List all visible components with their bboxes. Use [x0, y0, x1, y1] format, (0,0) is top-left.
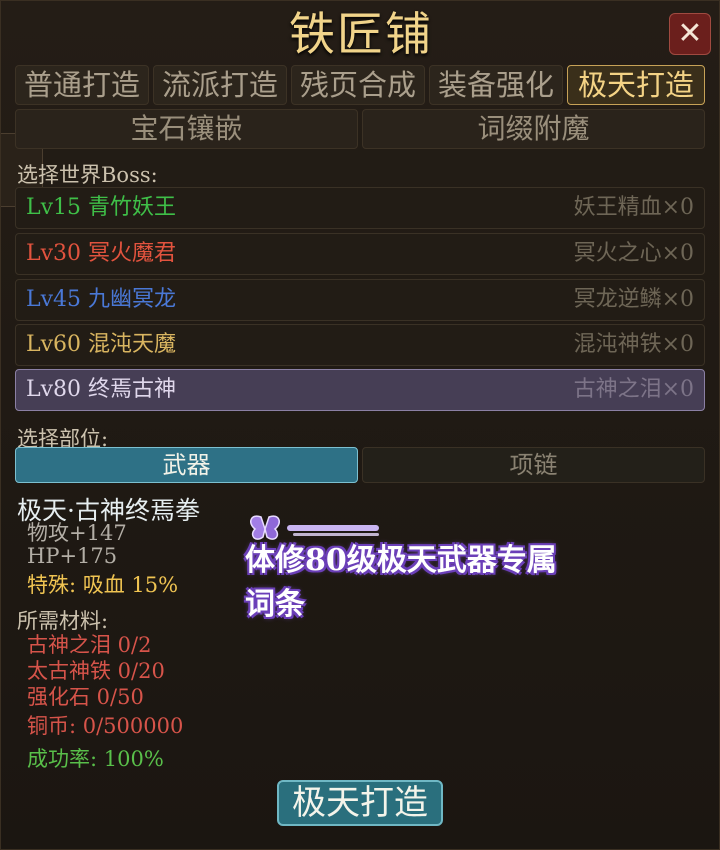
boss-material: 混沌神铁×0 [573, 332, 694, 357]
boss-name: Lv30 冥火魔君 [26, 241, 177, 266]
success-rate: 成功率: 100% [27, 747, 164, 771]
boss-material: 妖王精血×0 [573, 195, 694, 220]
boss-name: Lv45 九幽冥龙 [26, 287, 177, 312]
item-stat-hp: HP+175 [27, 544, 118, 568]
boss-material: 冥火之心×0 [573, 241, 694, 266]
boss-material: 冥龙逆鳞×0 [573, 287, 694, 312]
material-line: 太古神铁 0/20 [27, 659, 165, 683]
boss-name: Lv80 终焉古神 [26, 377, 177, 402]
tab-equipment-enhance[interactable]: 装备强化 [429, 65, 563, 105]
tab-school-forge[interactable]: 流派打造 [153, 65, 287, 105]
material-line: 强化石 0/50 [27, 685, 144, 709]
tab-ultimate-forge[interactable]: 极天打造 [567, 65, 705, 105]
blacksmith-panel: 铁匠铺 ✕ 普通打造 流派打造 残页合成 装备强化 极天打造 宝石镶嵌 词缀附魔… [0, 0, 720, 850]
overlay-caption-line2: 词条 [245, 587, 305, 622]
overlay-caption-line1: 体修80级极天武器专属 [245, 543, 557, 578]
boss-row-selected[interactable]: Lv80 终焉古神 古神之泪×0 [15, 369, 705, 411]
close-button[interactable]: ✕ [669, 13, 711, 55]
subtab-affix-enchant[interactable]: 词缀附魔 [362, 109, 705, 149]
slot-weapon-button[interactable]: 武器 [15, 447, 358, 483]
boss-row[interactable]: Lv60 混沌天魔 混沌神铁×0 [15, 324, 705, 366]
item-special: 特殊: 吸血 15% [27, 573, 179, 597]
boss-row[interactable]: Lv15 青竹妖王 妖王精血×0 [15, 187, 705, 229]
ultimate-forge-button[interactable]: 极天打造 [277, 780, 443, 826]
materials-label: 所需材料: [17, 609, 109, 633]
item-stat-attack: 物攻+147 [27, 521, 127, 545]
boss-row[interactable]: Lv45 九幽冥龙 冥龙逆鳞×0 [15, 279, 705, 321]
material-line: 铜币: 0/500000 [27, 714, 184, 738]
tab-fragment-synthesis[interactable]: 残页合成 [291, 65, 425, 105]
boss-section-label: 选择世界Boss: [17, 163, 158, 187]
boss-material: 古神之泪×0 [573, 377, 694, 402]
boss-name: Lv15 青竹妖王 [26, 195, 177, 220]
tab-normal-forge[interactable]: 普通打造 [15, 65, 149, 105]
overlay-caption: 体修80级极天武器专属 词条 [245, 539, 605, 627]
boss-name: Lv60 混沌天魔 [26, 332, 177, 357]
subtab-gem-inlay[interactable]: 宝石镶嵌 [15, 109, 358, 149]
material-line: 古神之泪 0/2 [27, 633, 152, 657]
slot-necklace-button[interactable]: 项链 [362, 447, 705, 483]
boss-row[interactable]: Lv30 冥火魔君 冥火之心×0 [15, 233, 705, 275]
close-icon: ✕ [677, 16, 703, 51]
window-title: 铁匠铺 [289, 7, 433, 61]
